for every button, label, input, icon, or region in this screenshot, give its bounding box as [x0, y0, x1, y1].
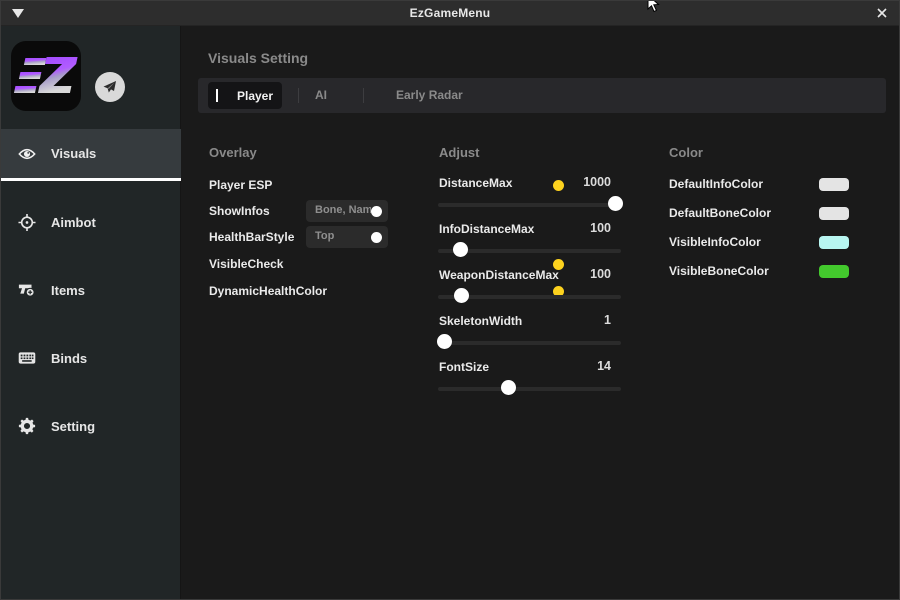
overlay-section-title: Overlay [209, 145, 257, 160]
slider-thumb[interactable] [454, 288, 469, 303]
healthbarstyle-dropdown[interactable]: Top [306, 226, 388, 248]
ez-logo-icon [11, 41, 81, 111]
keyboard-icon [18, 349, 36, 367]
slider-weapondistancemax: WeaponDistanceMax 100 [438, 268, 621, 308]
close-button[interactable] [873, 4, 891, 22]
slider-thumb[interactable] [501, 380, 516, 395]
dropdown-toggle-dot[interactable] [371, 206, 382, 217]
telegram-button[interactable] [95, 72, 125, 102]
gear-icon [18, 417, 36, 435]
window-title: EzGameMenu [1, 6, 899, 20]
app-window: EzGameMenu [0, 0, 900, 600]
slider-label: SkeletonWidth [439, 314, 522, 328]
dropdown-value: Top [315, 230, 371, 242]
color-label: VisibleBoneColor [669, 264, 769, 278]
tab-label: Player [228, 89, 282, 103]
tab-ai[interactable]: AI [315, 88, 327, 102]
slider-label: InfoDistanceMax [439, 222, 534, 236]
slider-value: 1000 [583, 175, 611, 189]
adjust-section-title: Adjust [439, 145, 479, 160]
slider-thumb[interactable] [453, 242, 468, 257]
slider-distancemax: DistanceMax 1000 [438, 176, 621, 216]
slider-value: 100 [590, 267, 611, 281]
crosshair-icon [18, 213, 36, 231]
sidebar-item-visuals[interactable]: Visuals [1, 129, 181, 181]
pistol-plus-icon [18, 281, 36, 299]
color-label: VisibleInfoColor [669, 235, 761, 249]
sidebar-item-label: Setting [51, 419, 95, 434]
slider-thumb[interactable] [608, 196, 623, 211]
slider-track[interactable] [438, 387, 621, 391]
page-title: Visuals Setting [208, 50, 308, 66]
setting-label: ShowInfos [209, 204, 270, 218]
sidebar-item-label: Aimbot [51, 215, 96, 230]
sidebar-item-aimbot[interactable]: Aimbot [1, 196, 181, 248]
slider-track[interactable] [438, 341, 621, 345]
swatch-visiblebonecolor[interactable] [819, 265, 849, 278]
dropdown-value: Bone, Name [315, 204, 371, 216]
color-section-title: Color [669, 145, 703, 160]
slider-label: FontSize [439, 360, 489, 374]
sidebar-item-binds[interactable]: Binds [1, 332, 181, 384]
tab-divider [298, 88, 299, 103]
sidebar: Visuals Aimbot Items [1, 26, 181, 600]
slider-label: WeaponDistanceMax [439, 268, 559, 282]
color-label: DefaultInfoColor [669, 177, 763, 191]
main-content: Visuals Setting Player AI Early Radar Ov… [181, 26, 900, 600]
swatch-defaultinfocolor[interactable] [819, 178, 849, 191]
sidebar-item-label: Binds [51, 351, 87, 366]
sidebar-item-label: Items [51, 283, 85, 298]
telegram-plane-icon [102, 79, 118, 95]
slider-value: 14 [597, 359, 611, 373]
slider-value: 1 [604, 313, 611, 327]
tab-early-radar[interactable]: Early Radar [396, 88, 463, 102]
slider-infodistancemax: InfoDistanceMax 100 [438, 222, 621, 262]
setting-label: Player ESP [209, 178, 272, 192]
active-tab-indicator [216, 89, 218, 102]
slider-value: 100 [590, 221, 611, 235]
tab-bar: Player AI Early Radar [198, 78, 886, 113]
slider-track[interactable] [438, 203, 621, 207]
slider-label: DistanceMax [439, 176, 512, 190]
slider-skeletonwidth: SkeletonWidth 1 [438, 314, 621, 354]
tab-player[interactable]: Player [208, 82, 282, 109]
slider-thumb[interactable] [437, 334, 452, 349]
color-label: DefaultBoneColor [669, 206, 771, 220]
app-logo [11, 41, 81, 111]
swatch-defaultbonecolor[interactable] [819, 207, 849, 220]
dropdown-toggle-dot[interactable] [371, 232, 382, 243]
setting-label: HealthBarStyle [209, 230, 294, 244]
slider-fontsize: FontSize 14 [438, 360, 621, 400]
setting-label: VisibleCheck [209, 257, 283, 271]
eye-icon [18, 145, 36, 163]
title-bar: EzGameMenu [1, 1, 899, 26]
close-icon [873, 4, 891, 22]
sidebar-item-setting[interactable]: Setting [1, 400, 181, 452]
showinfos-dropdown[interactable]: Bone, Name [306, 200, 388, 222]
setting-label: DynamicHealthColor [209, 284, 327, 298]
sidebar-item-label: Visuals [51, 146, 96, 161]
tab-divider [363, 88, 364, 103]
sidebar-item-items[interactable]: Items [1, 264, 181, 316]
swatch-visibleinfocolor[interactable] [819, 236, 849, 249]
